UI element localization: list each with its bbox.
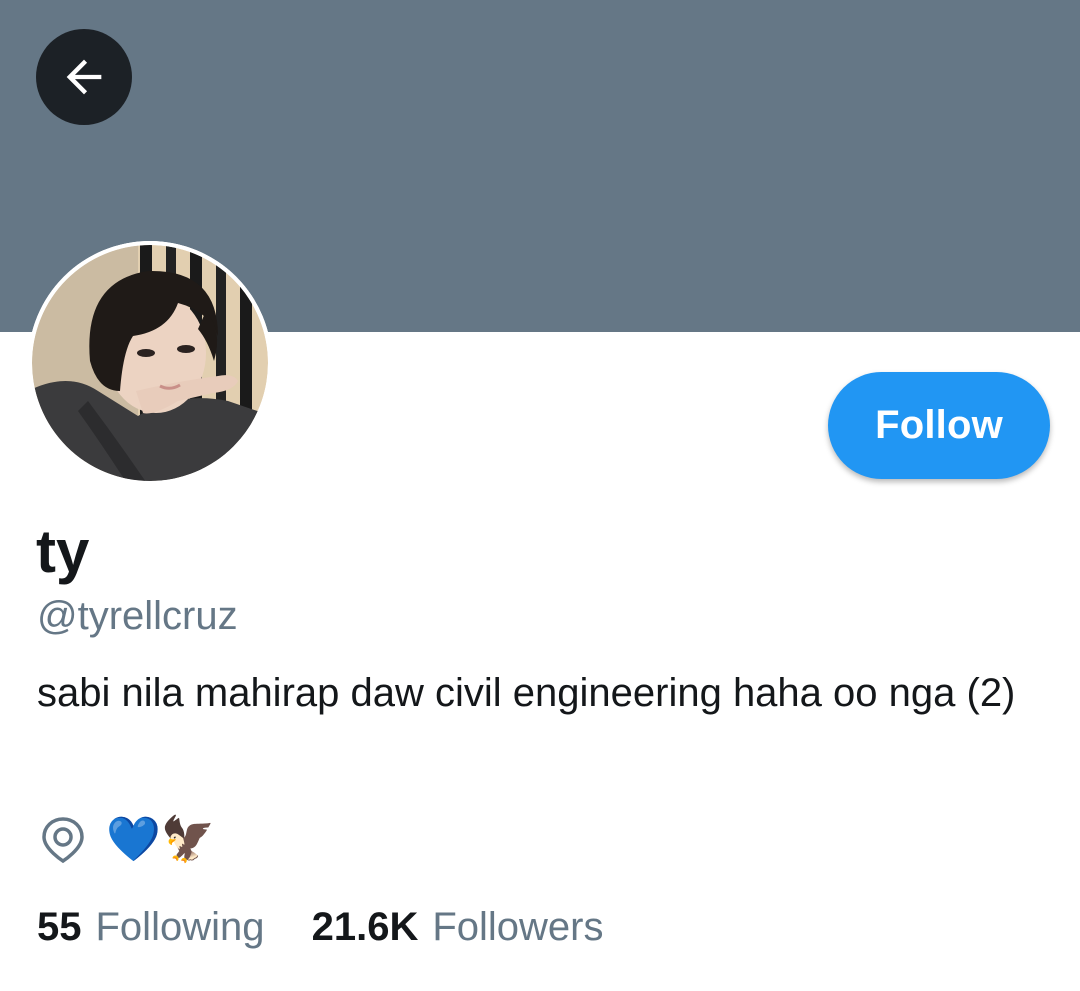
following-count: 55 [37,905,82,949]
avatar[interactable] [28,241,272,485]
display-name: ty [36,518,90,585]
following-stat[interactable]: 55 Following [37,902,264,952]
profile-bio: sabi nila mahirap daw civil engineering … [37,671,1016,715]
back-button[interactable] [36,29,132,125]
username-handle: @tyrellcruz [37,594,238,638]
following-label: Following [95,905,265,949]
location-row: 💙🦅 [40,812,216,868]
followers-label: Followers [432,905,604,949]
followers-count: 21.6K [311,905,419,949]
followers-stat[interactable]: 21.6K Followers [312,902,604,952]
avatar-photo [28,241,272,485]
location-pin-icon [42,817,84,864]
profile-page: Follow ty @tyrellcruz sabi nila mahirap … [0,0,1080,991]
follow-stats: 55 Following 21.6K Followers [37,902,604,952]
arrow-left-icon [66,59,102,95]
location-text: 💙🦅 [106,815,216,864]
follow-button[interactable]: Follow [828,372,1050,479]
